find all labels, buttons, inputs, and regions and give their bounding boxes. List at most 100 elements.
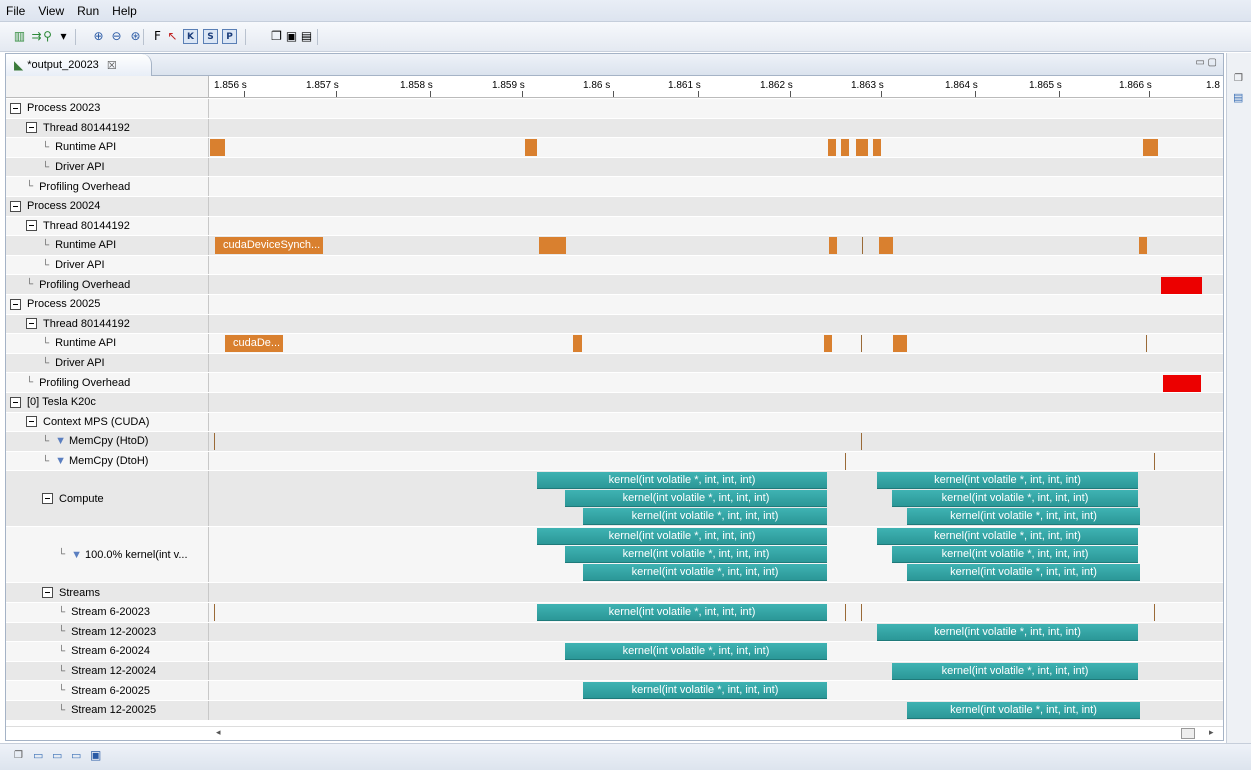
runtime-api-event[interactable] <box>1146 335 1147 353</box>
row-label[interactable]: Thread 80144192 <box>6 314 209 334</box>
kernel-event[interactable]: kernel(int volatile *, int, int, int) <box>537 604 827 621</box>
kernel-event[interactable]: kernel(int volatile *, int, int, int) <box>877 528 1138 546</box>
save-all-icon[interactable]: ▤ <box>299 29 314 44</box>
row-label[interactable]: └ Stream 12-20025 <box>6 701 209 720</box>
row-label[interactable]: Streams <box>6 583 209 602</box>
row-label[interactable]: └ Runtime API <box>6 138 209 157</box>
runtime-api-event[interactable] <box>539 237 566 255</box>
runtime-api-event[interactable] <box>525 139 537 157</box>
scroll-left-icon[interactable]: ◂ <box>216 727 221 738</box>
profiling-overhead-event[interactable] <box>1161 277 1202 295</box>
runtime-api-event[interactable] <box>573 335 582 353</box>
stream-memcpy-event[interactable] <box>214 604 215 621</box>
row-label[interactable]: └ Stream 12-20024 <box>6 661 209 681</box>
collapse-toggle-icon[interactable] <box>10 200 21 212</box>
runtime-api-event[interactable]: cudaDeviceSynch... <box>215 237 323 255</box>
row-label[interactable]: └ ▼ MemCpy (DtoH) <box>6 451 209 471</box>
dropdown-icon[interactable]: ▾ <box>56 29 71 44</box>
menu-view[interactable]: View <box>38 4 64 18</box>
memcpy-dtoh-event[interactable] <box>1154 452 1155 470</box>
save-icon[interactable]: ▣ <box>284 29 299 44</box>
kernel-event[interactable]: kernel(int volatile *, int, int, int) <box>907 564 1140 582</box>
row-label[interactable]: Thread 80144192 <box>6 216 209 236</box>
row-label[interactable]: └ Runtime API <box>6 236 209 255</box>
menu-file[interactable]: File <box>6 4 25 18</box>
profiling-overhead-event[interactable] <box>1163 375 1201 393</box>
kernel-event[interactable]: kernel(int volatile *, int, int, int) <box>892 662 1138 680</box>
filter-icon[interactable]: ▼ <box>71 549 82 561</box>
menu-run[interactable]: Run <box>77 4 99 18</box>
new-window-icon[interactable]: ❐ <box>269 29 284 44</box>
row-label[interactable]: └ ▼ 100.0% kernel(int v... <box>6 527 209 583</box>
tab-output-20023[interactable]: ◣ *output_20023 ☒ <box>6 54 152 76</box>
properties-icon[interactable]: ▭ <box>52 749 62 762</box>
row-label[interactable]: └ Profiling Overhead <box>6 177 209 196</box>
row-label[interactable]: └ Stream 6-20025 <box>6 681 209 700</box>
kernel-event[interactable]: kernel(int volatile *, int, int, int) <box>877 472 1138 490</box>
filter-icon[interactable]: ▼ <box>55 455 66 467</box>
kernel-event[interactable]: kernel(int volatile *, int, int, int) <box>583 682 827 700</box>
stream-memcpy-event[interactable] <box>1154 604 1155 621</box>
kernel-event[interactable]: kernel(int volatile *, int, int, int) <box>537 472 827 490</box>
collapse-toggle-icon[interactable] <box>26 220 37 232</box>
filter-icon[interactable]: ▼ <box>55 435 66 447</box>
runtime-api-event[interactable] <box>861 335 862 353</box>
row-label[interactable]: [0] Tesla K20c <box>6 393 209 412</box>
zoom-in-icon[interactable]: ⊕ <box>91 29 106 44</box>
collapse-toggle-icon[interactable] <box>26 122 37 134</box>
row-label[interactable]: └ Profiling Overhead <box>6 373 209 392</box>
runtime-api-event[interactable] <box>893 335 907 353</box>
kernel-event[interactable]: kernel(int volatile *, int, int, int) <box>537 528 827 546</box>
restore-icon[interactable]: ❐ <box>14 750 23 761</box>
kernel-event[interactable]: kernel(int volatile *, int, int, int) <box>907 702 1140 719</box>
kernel-event[interactable]: kernel(int volatile *, int, int, int) <box>892 490 1138 508</box>
kernel-event[interactable]: kernel(int volatile *, int, int, int) <box>877 623 1138 641</box>
row-label[interactable]: └ Driver API <box>6 157 209 177</box>
row-label[interactable]: └ Profiling Overhead <box>6 275 209 294</box>
collapse-toggle-icon[interactable] <box>26 416 37 428</box>
row-label[interactable]: Thread 80144192 <box>6 118 209 138</box>
runtime-api-event[interactable] <box>841 139 849 157</box>
filter-f-icon[interactable]: F <box>150 29 165 44</box>
row-label[interactable]: └ ▼ MemCpy (HtoD) <box>6 432 209 451</box>
stream-memcpy-event[interactable] <box>845 604 846 621</box>
runtime-api-event[interactable] <box>828 139 836 157</box>
kernel-toggle-icon[interactable]: K <box>183 29 198 44</box>
row-label[interactable]: Process 20023 <box>6 99 209 118</box>
collapse-toggle-icon[interactable] <box>10 102 21 114</box>
runtime-api-event[interactable] <box>824 335 832 353</box>
outline-icon[interactable]: ▤ <box>1233 91 1243 104</box>
zoom-fit-icon[interactable]: ⊛ <box>128 29 143 44</box>
settings-icon[interactable]: ▣ <box>90 748 101 762</box>
horizontal-scrollbar[interactable]: ◂ ▸ <box>6 726 1223 740</box>
kernel-event[interactable]: kernel(int volatile *, int, int, int) <box>565 546 827 564</box>
runtime-api-event[interactable] <box>1150 139 1158 157</box>
restore-icon[interactable]: ❐ <box>1234 73 1243 84</box>
memcpy-dtoh-event[interactable] <box>845 452 846 470</box>
console-icon[interactable]: ▭ <box>33 749 43 762</box>
scroll-thumb[interactable] <box>1181 728 1195 739</box>
row-label[interactable]: └ Driver API <box>6 255 209 275</box>
process-toggle-icon[interactable]: P <box>222 29 237 44</box>
stream-memcpy-event[interactable] <box>861 604 862 621</box>
runtime-api-event[interactable] <box>879 237 893 255</box>
collapse-toggle-icon[interactable] <box>10 396 21 408</box>
runtime-api-event[interactable] <box>873 139 881 157</box>
runtime-api-event[interactable]: cudaDe... <box>225 335 283 353</box>
row-label[interactable]: Process 20025 <box>6 295 209 314</box>
window-controls[interactable]: ▭ ▢ <box>1195 57 1217 68</box>
kernel-event[interactable]: kernel(int volatile *, int, int, int) <box>565 490 827 508</box>
kernel-event[interactable]: kernel(int volatile *, int, int, int) <box>583 564 827 582</box>
memcpy-htod-event[interactable] <box>861 433 862 451</box>
scroll-right-icon[interactable]: ▸ <box>1209 727 1214 738</box>
zoom-out-icon[interactable]: ⊖ <box>109 29 124 44</box>
kernel-event[interactable]: kernel(int volatile *, int, int, int) <box>565 643 827 661</box>
details-icon[interactable]: ▭ <box>71 749 81 762</box>
row-label[interactable]: └ Stream 12-20023 <box>6 622 209 642</box>
collapse-toggle-icon[interactable] <box>42 493 53 505</box>
row-label[interactable]: Process 20024 <box>6 197 209 216</box>
arrow-icon[interactable]: ↖ <box>165 29 180 44</box>
menu-help[interactable]: Help <box>112 4 137 18</box>
row-label[interactable]: └ Stream 6-20023 <box>6 603 209 622</box>
runtime-api-event[interactable] <box>829 237 837 255</box>
